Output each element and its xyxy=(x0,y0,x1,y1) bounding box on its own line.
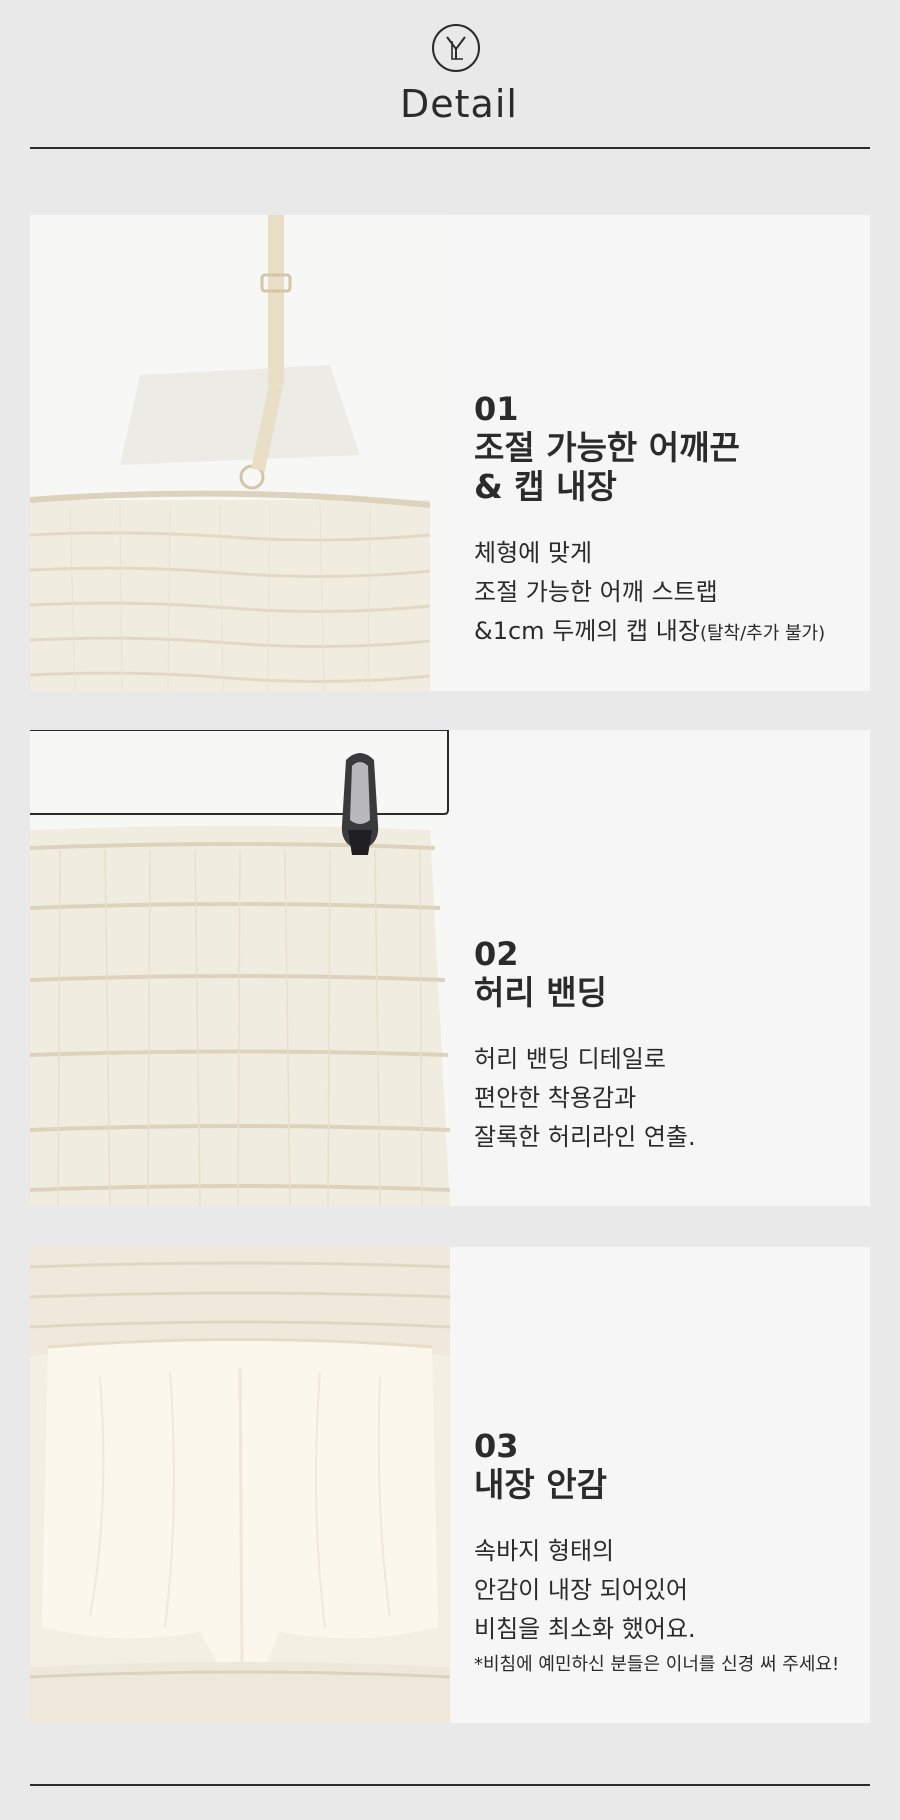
footer-divider xyxy=(30,1784,870,1786)
section-note: *비침에 예민하신 분들은 이너를 신경 써 주세요! xyxy=(474,1654,840,1675)
detail-section-03: 03 내장 안감 속바지 형태의 안감이 내장 되어있어 비침을 최소화 했어요… xyxy=(30,1247,870,1723)
description-line: 비침을 최소화 했어요. xyxy=(474,1615,696,1643)
description-line: 조절 가능한 어깨 스트랩 xyxy=(474,578,718,606)
lining-photo xyxy=(30,1247,450,1723)
description-line: 허리 밴딩 디테일로 xyxy=(474,1045,666,1073)
description-line: 편안한 착용감과 xyxy=(474,1084,637,1112)
detail-text-02: 02 허리 밴딩 허리 밴딩 디테일로 편안한 착용감과 잘록한 허리라인 연출… xyxy=(474,935,696,1157)
brand-logo-icon xyxy=(446,36,466,60)
description-line-with-suffix: &1cm 두께의 캡 내장(탈착/추가 불가) xyxy=(474,612,825,653)
section-number: 03 xyxy=(474,1427,519,1465)
section-title-line: 허리 밴딩 xyxy=(474,973,607,1012)
detail-section-01: 01 조절 가능한 어깨끈 & 캡 내장 체형에 맞게 조절 가능한 어깨 스트… xyxy=(30,215,870,691)
section-number: 02 xyxy=(474,935,519,973)
description-line: 잘록한 허리라인 연출. xyxy=(474,1123,696,1151)
detail-panel-03: 03 내장 안감 속바지 형태의 안감이 내장 되어있어 비침을 최소화 했어요… xyxy=(450,1247,870,1723)
header-divider xyxy=(30,147,870,149)
page-header: Detail xyxy=(0,0,900,150)
description-line: 속바지 형태의 xyxy=(474,1537,615,1565)
description-line: 체형에 맞게 xyxy=(474,539,593,567)
waist-photo xyxy=(30,730,450,1206)
detail-text-01: 01 조절 가능한 어깨끈 & 캡 내장 체형에 맞게 조절 가능한 어깨 스트… xyxy=(474,390,825,653)
section-number: 01 xyxy=(474,390,519,428)
section-title-line: 내장 안감 xyxy=(474,1465,607,1504)
strap-photo xyxy=(30,215,450,691)
section-title-line: 조절 가능한 어깨끈 xyxy=(474,428,740,467)
detail-section-02: 02 허리 밴딩 허리 밴딩 디테일로 편안한 착용감과 잘록한 허리라인 연출… xyxy=(30,730,870,1206)
description-line: &1cm 두께의 캡 내장 xyxy=(474,617,700,645)
brand-logo xyxy=(432,24,480,72)
description-suffix: (탈착/추가 불가) xyxy=(699,623,826,644)
section-description: 허리 밴딩 디테일로 편안한 착용감과 잘록한 허리라인 연출. xyxy=(474,1040,696,1157)
detail-text-03: 03 내장 안감 속바지 형태의 안감이 내장 되어있어 비침을 최소화 했어요… xyxy=(474,1427,839,1679)
section-title-line: & 캡 내장 xyxy=(474,467,617,506)
detail-panel-01: 01 조절 가능한 어깨끈 & 캡 내장 체형에 맞게 조절 가능한 어깨 스트… xyxy=(450,215,870,691)
page-title: Detail xyxy=(400,82,518,126)
section-description: 체형에 맞게 조절 가능한 어깨 스트랩 &1cm 두께의 캡 내장(탈착/추가… xyxy=(474,534,825,653)
description-line: 안감이 내장 되어있어 xyxy=(474,1576,688,1604)
section-description: 속바지 형태의 안감이 내장 되어있어 비침을 최소화 했어요. xyxy=(474,1532,839,1649)
detail-panel-02: 02 허리 밴딩 허리 밴딩 디테일로 편안한 착용감과 잘록한 허리라인 연출… xyxy=(450,730,870,1206)
